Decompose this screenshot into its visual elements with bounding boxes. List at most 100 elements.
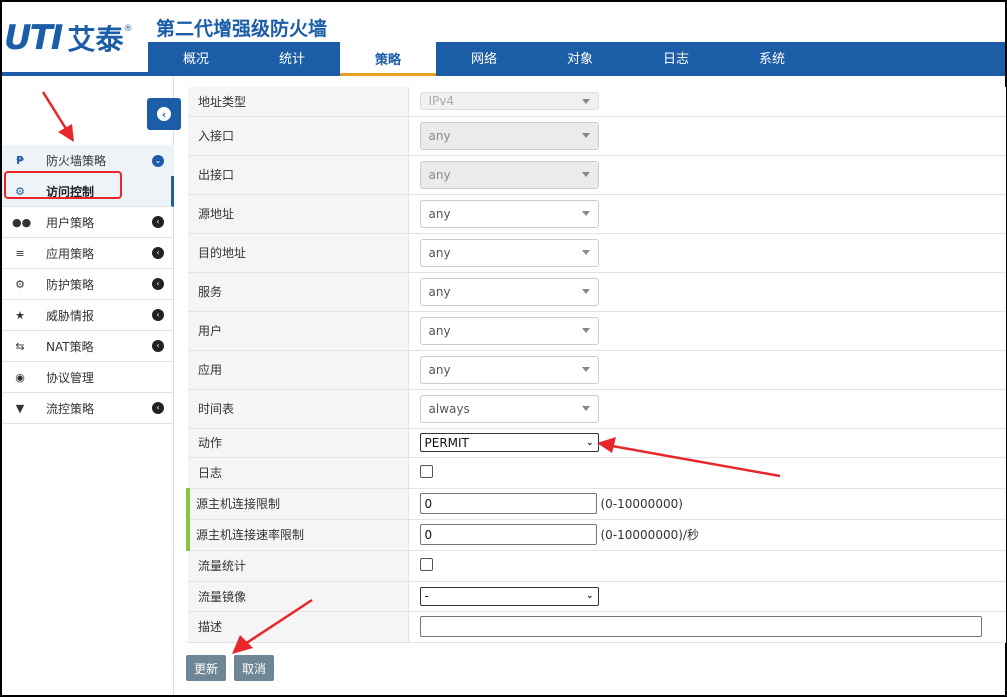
logo-latin: UTI bbox=[4, 18, 63, 58]
action-select[interactable]: PERMIT ⌄ bbox=[419, 433, 599, 452]
main-nav: 概况 统计 策略 网络 对象 日志 系统 bbox=[148, 42, 1005, 76]
tab-network[interactable]: 网络 bbox=[436, 42, 532, 76]
row-in-interface: 入接口 any bbox=[188, 116, 1006, 156]
user-select[interactable]: any bbox=[419, 316, 599, 345]
row-address-type: 地址类型 IPv4 bbox=[188, 87, 1006, 117]
header-divider bbox=[2, 72, 148, 76]
schedule-select[interactable]: always bbox=[419, 394, 599, 423]
gear-icon: ⚙ bbox=[15, 277, 25, 291]
row-traffic-mirror: 流量镜像 - ⌄ bbox=[188, 581, 1006, 612]
chevron-left-icon: ‹ bbox=[152, 278, 164, 290]
dest-address-select[interactable]: any bbox=[419, 238, 599, 267]
firewall-icon: ₱ bbox=[16, 154, 24, 167]
tab-logs[interactable]: 日志 bbox=[628, 42, 724, 76]
chevron-left-icon: ‹ bbox=[152, 340, 164, 352]
sidebar-item-label: 用户策略 bbox=[46, 215, 95, 230]
sidebar-item-label: NAT策略 bbox=[46, 339, 94, 354]
sidebar: ‹ ₱ 防火墙策略 ⌄ ⚙ 访问控制 ●● 用户策略 ‹ ≡ 应用策略 ‹ ⚙ … bbox=[2, 77, 181, 695]
layers-icon: ≡ bbox=[15, 246, 25, 260]
row-application: 应用 any bbox=[188, 350, 1006, 390]
sidebar-menu: ₱ 防火墙策略 ⌄ ⚙ 访问控制 ●● 用户策略 ‹ ≡ 应用策略 ‹ ⚙ 防护… bbox=[2, 145, 174, 424]
logo: UTI 艾泰 ® bbox=[4, 18, 132, 58]
chevron-left-icon: ‹ bbox=[152, 402, 164, 414]
row-action: 动作 PERMIT ⌄ bbox=[188, 428, 1006, 458]
sidebar-item-label: 协议管理 bbox=[46, 370, 95, 385]
sidebar-item-protocol-mgmt[interactable]: ◉ 协议管理 bbox=[2, 362, 174, 393]
sidebar-item-label: 流控策略 bbox=[46, 401, 95, 416]
src-rate-limit-input[interactable]: 0 bbox=[419, 524, 597, 545]
row-src-rate-limit: 源主机连接速率限制 0 (0-10000000)/秒 bbox=[186, 519, 1006, 551]
sidebar-item-firewall-policy[interactable]: ₱ 防火墙策略 ⌄ bbox=[2, 145, 174, 176]
sidebar-collapse-button[interactable]: ‹ bbox=[147, 98, 181, 130]
field-label: 应用 bbox=[188, 350, 409, 390]
users-icon: ●● bbox=[12, 215, 32, 229]
globe-icon: ◉ bbox=[15, 370, 25, 384]
tab-objects[interactable]: 对象 bbox=[532, 42, 628, 76]
gear-icon: ⚙ bbox=[15, 184, 25, 198]
bug-icon: ★ bbox=[15, 308, 25, 322]
chevron-down-icon: ⌄ bbox=[585, 437, 594, 448]
row-description: 描述 bbox=[188, 611, 1006, 643]
source-address-select[interactable]: any bbox=[419, 199, 599, 228]
sidebar-item-nat-policy[interactable]: ⇆ NAT策略 ‹ bbox=[2, 331, 174, 362]
caret-down-icon bbox=[581, 133, 590, 138]
out-interface-select: any bbox=[419, 160, 599, 189]
tab-statistics[interactable]: 统计 bbox=[244, 42, 340, 76]
range-hint: (0-10000000)/秒 bbox=[600, 527, 699, 542]
row-src-conn-limit: 源主机连接限制 0 (0-10000000) bbox=[186, 488, 1006, 520]
sidebar-item-label: 防护策略 bbox=[46, 277, 95, 292]
field-label: 出接口 bbox=[188, 155, 409, 195]
field-label: 源地址 bbox=[188, 194, 409, 234]
field-label: 源主机连接速率限制 bbox=[186, 519, 409, 551]
application-select[interactable]: any bbox=[419, 355, 599, 384]
field-label: 动作 bbox=[188, 428, 409, 458]
caret-down-icon bbox=[581, 406, 590, 411]
caret-down-icon bbox=[581, 250, 590, 255]
sidebar-item-protection-policy[interactable]: ⚙ 防护策略 ‹ bbox=[2, 269, 174, 300]
tab-policy[interactable]: 策略 bbox=[340, 42, 436, 76]
filter-icon: ▼ bbox=[15, 401, 25, 415]
sidebar-item-threat-intel[interactable]: ★ 威胁情报 ‹ bbox=[2, 300, 174, 331]
log-checkbox[interactable] bbox=[419, 464, 433, 478]
chevron-down-icon: ⌄ bbox=[152, 154, 164, 167]
service-select[interactable]: any bbox=[419, 277, 599, 306]
sidebar-item-access-control[interactable]: ⚙ 访问控制 bbox=[2, 176, 174, 207]
traffic-mirror-select[interactable]: - ⌄ bbox=[419, 586, 599, 606]
address-type-select: IPv4 bbox=[419, 92, 599, 111]
row-service: 服务 any bbox=[188, 272, 1006, 312]
range-hint: (0-10000000) bbox=[600, 496, 683, 511]
caret-down-icon bbox=[581, 172, 590, 177]
field-label: 入接口 bbox=[188, 116, 409, 156]
swap-icon: ⇆ bbox=[15, 339, 25, 353]
chevron-down-icon: ⌄ bbox=[585, 591, 594, 601]
chevron-left-icon: ‹ bbox=[152, 216, 164, 228]
field-label: 地址类型 bbox=[188, 87, 409, 117]
tab-system[interactable]: 系统 bbox=[724, 42, 820, 76]
field-label: 描述 bbox=[188, 611, 409, 643]
chevron-left-icon: ‹ bbox=[152, 247, 164, 259]
sidebar-item-app-policy[interactable]: ≡ 应用策略 ‹ bbox=[2, 238, 174, 269]
description-input[interactable] bbox=[419, 616, 982, 637]
field-label: 流量统计 bbox=[188, 550, 409, 582]
traffic-stats-checkbox[interactable] bbox=[419, 557, 433, 571]
update-button[interactable]: 更新 bbox=[186, 655, 227, 681]
cancel-button[interactable]: 取消 bbox=[234, 655, 275, 681]
sidebar-item-label: 应用策略 bbox=[46, 246, 95, 261]
row-source-address: 源地址 any bbox=[188, 194, 1006, 234]
field-label: 服务 bbox=[188, 272, 409, 312]
sidebar-item-user-policy[interactable]: ●● 用户策略 ‹ bbox=[2, 207, 174, 238]
app-title: 第二代增强级防火墙 bbox=[156, 18, 328, 40]
policy-form: 地址类型 IPv4 入接口 any 出接口 any 源地址 any 目的地址 a… bbox=[186, 87, 1006, 643]
chevron-left-icon: ‹ bbox=[152, 309, 164, 321]
row-out-interface: 出接口 any bbox=[188, 155, 1006, 195]
caret-down-icon bbox=[581, 328, 590, 333]
sidebar-item-label: 访问控制 bbox=[46, 184, 95, 199]
field-label: 用户 bbox=[188, 311, 409, 351]
src-conn-limit-input[interactable]: 0 bbox=[419, 493, 597, 514]
field-label: 流量镜像 bbox=[188, 581, 409, 612]
row-log: 日志 bbox=[188, 457, 1006, 489]
caret-down-icon bbox=[581, 98, 590, 104]
sidebar-item-flow-control[interactable]: ▼ 流控策略 ‹ bbox=[2, 393, 174, 424]
tab-overview[interactable]: 概况 bbox=[148, 42, 244, 76]
field-label: 日志 bbox=[188, 457, 409, 489]
